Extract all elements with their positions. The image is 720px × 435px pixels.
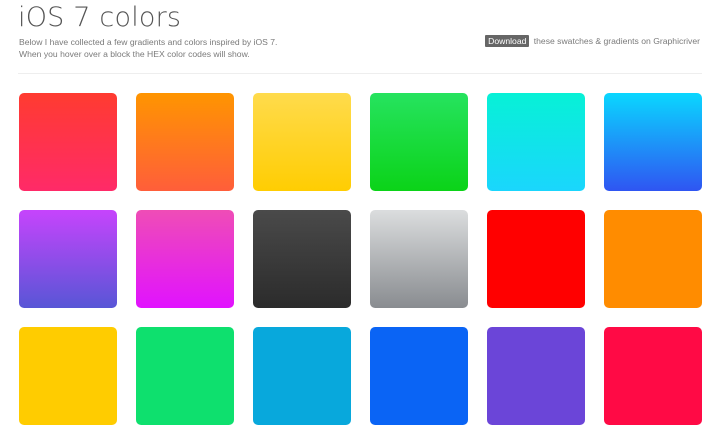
swatch-violet-gradient[interactable] [19,210,117,308]
intro-text: Below I have collected a few gradients a… [19,36,277,60]
swatch-blue-solid[interactable] [370,327,468,425]
intro-line-2: When you hover over a block the HEX colo… [19,49,250,59]
page-title: iOS 7 colors [18,2,182,33]
intro-line-1: Below I have collected a few gradients a… [19,37,278,47]
swatch-orange-gradient[interactable] [136,93,234,191]
swatch-teal-gradient[interactable] [487,93,585,191]
swatch-blue-gradient[interactable] [604,93,702,191]
swatch-cyan-solid[interactable] [253,327,351,425]
swatch-green-solid[interactable] [136,327,234,425]
swatch-pink-red-solid[interactable] [604,327,702,425]
swatch-red-solid[interactable] [487,210,585,308]
swatch-magenta-gradient[interactable] [136,210,234,308]
swatch-silver-gradient[interactable] [370,210,468,308]
download-note-text: these swatches & gradients on Graphicriv… [533,36,700,46]
swatch-purple-solid[interactable] [487,327,585,425]
swatch-red-gradient[interactable] [19,93,117,191]
swatch-orange-solid[interactable] [604,210,702,308]
swatch-grid [19,93,702,425]
swatch-yellow-gradient[interactable] [253,93,351,191]
download-note: Download these swatches & gradients on G… [485,35,700,47]
swatch-black-gradient[interactable] [253,210,351,308]
swatch-green-gradient[interactable] [370,93,468,191]
download-button[interactable]: Download [485,35,530,47]
swatch-yellow-solid[interactable] [19,327,117,425]
header-divider [18,73,702,74]
